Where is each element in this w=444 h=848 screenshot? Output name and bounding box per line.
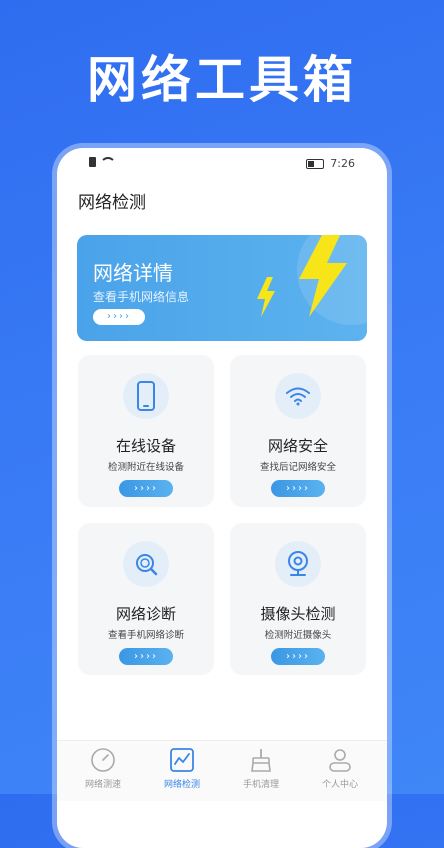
wifi-status-icon [100, 157, 116, 167]
card-title: 摄像头检测 [260, 605, 336, 623]
broom-icon [248, 747, 274, 773]
card-subtitle: 检测附近摄像头 [264, 630, 332, 641]
tab-label: 个人中心 [321, 780, 358, 790]
phone-icon [123, 373, 169, 419]
card-arrow-button[interactable]: ›››› [271, 648, 325, 665]
banner-title: 网络详情 [93, 261, 173, 285]
camera-icon [275, 541, 321, 587]
wifi-icon [275, 373, 321, 419]
online-devices-card[interactable]: 在线设备 检测附近在线设备 ›››› [78, 355, 214, 507]
status-time: 7:26 [330, 157, 355, 170]
card-title: 网络安全 [267, 437, 328, 455]
phone-frame: 7:26 网络检测 网络详情 查看手机网络信息 ›››› 在线设备 检测附近在线… [57, 148, 387, 848]
banner-subtitle: 查看手机网络信息 [93, 290, 190, 304]
tab-network-check[interactable]: 网络检测 [152, 747, 212, 790]
speedometer-icon [90, 747, 116, 773]
battery-icon [306, 158, 325, 169]
user-icon [327, 747, 353, 773]
tab-label: 网络测速 [84, 780, 121, 790]
tab-speed-test[interactable]: 网络测速 [73, 747, 133, 790]
network-details-banner[interactable]: 网络详情 查看手机网络信息 ›››› [77, 235, 367, 341]
bottom-tab-bar: 网络测速 网络检测 手机清理 个人中心 [57, 740, 387, 801]
network-security-card[interactable]: 网络安全 查找后记网络安全 ›››› [230, 355, 366, 507]
headline: 网络工具箱 [87, 51, 357, 109]
network-diagnosis-card[interactable]: 网络诊断 查看手机网络诊断 ›››› [78, 523, 214, 675]
card-arrow-button[interactable]: ›››› [119, 648, 173, 665]
tab-profile[interactable]: 个人中心 [310, 747, 370, 790]
camera-detection-card[interactable]: 摄像头检测 检测附近摄像头 ›››› [230, 523, 366, 675]
card-subtitle: 查找后记网络安全 [259, 462, 336, 473]
card-title: 网络诊断 [115, 605, 176, 623]
card-subtitle: 查看手机网络诊断 [107, 630, 184, 641]
sim-icon [89, 157, 96, 167]
status-bar: 7:26 [57, 154, 387, 174]
tab-phone-clean[interactable]: 手机清理 [231, 747, 291, 790]
small-bolt-icon [257, 277, 275, 317]
tab-label: 网络检测 [163, 780, 200, 790]
banner-arrow-button[interactable]: ›››› [93, 309, 145, 325]
card-arrow-button[interactable]: ›››› [271, 480, 325, 497]
card-arrow-button[interactable]: ›››› [119, 480, 173, 497]
page-title: 网络检测 [78, 193, 146, 213]
chart-icon [169, 747, 195, 773]
magnifier-icon [123, 541, 169, 587]
large-bolt-icon [299, 235, 347, 317]
card-subtitle: 检测附近在线设备 [107, 462, 184, 473]
card-title: 在线设备 [115, 437, 176, 455]
tab-label: 手机清理 [242, 780, 279, 790]
